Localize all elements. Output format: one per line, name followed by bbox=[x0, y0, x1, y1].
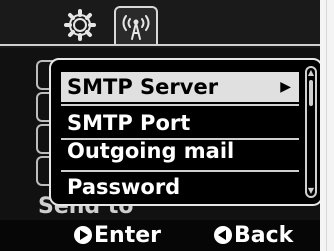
tab-wireless[interactable] bbox=[114, 6, 158, 44]
gear-icon bbox=[58, 9, 102, 41]
menu-item-label: Outgoing mail bbox=[67, 139, 235, 163]
scroll-up-icon: ▲ bbox=[307, 68, 315, 77]
menu-item-label: SMTP Port bbox=[67, 111, 191, 135]
menu-item-password[interactable]: Password bbox=[61, 172, 299, 202]
back-hint[interactable]: Back bbox=[214, 222, 293, 250]
divider bbox=[61, 104, 299, 106]
enter-hint[interactable]: Enter bbox=[74, 222, 161, 250]
screen-edge bbox=[320, 0, 334, 251]
enter-label: Enter bbox=[94, 223, 161, 248]
camera-menu-screen: Send to SMTP Server ▶ SMTP Port Outgoing… bbox=[0, 0, 320, 251]
tab-divider bbox=[0, 44, 320, 46]
menu-item-smtp-server[interactable]: SMTP Server ▶ bbox=[61, 72, 299, 102]
tab-bar bbox=[0, 0, 320, 48]
back-label: Back bbox=[234, 223, 294, 248]
wireless-antenna-icon bbox=[116, 11, 156, 41]
chevron-right-icon: ▶ bbox=[280, 79, 291, 95]
scroll-down-icon: ▼ bbox=[307, 186, 315, 195]
menu-item-label: SMTP Server bbox=[67, 75, 219, 99]
left-arrow-icon bbox=[214, 226, 232, 244]
email-settings-popup: SMTP Server ▶ SMTP Port Outgoing mail Pa… bbox=[49, 58, 320, 206]
menu-item-outgoing-mail[interactable]: Outgoing mail bbox=[61, 136, 299, 166]
tab-settings[interactable] bbox=[58, 6, 102, 44]
right-arrow-icon bbox=[74, 226, 92, 244]
bottom-hint-bar: Enter Back bbox=[0, 220, 320, 251]
menu-item-smtp-port[interactable]: SMTP Port bbox=[61, 108, 299, 138]
scrollbar[interactable]: ▲ ▼ bbox=[305, 66, 317, 198]
scrollbar-thumb[interactable] bbox=[309, 80, 313, 106]
menu-item-label: Password bbox=[67, 175, 181, 199]
